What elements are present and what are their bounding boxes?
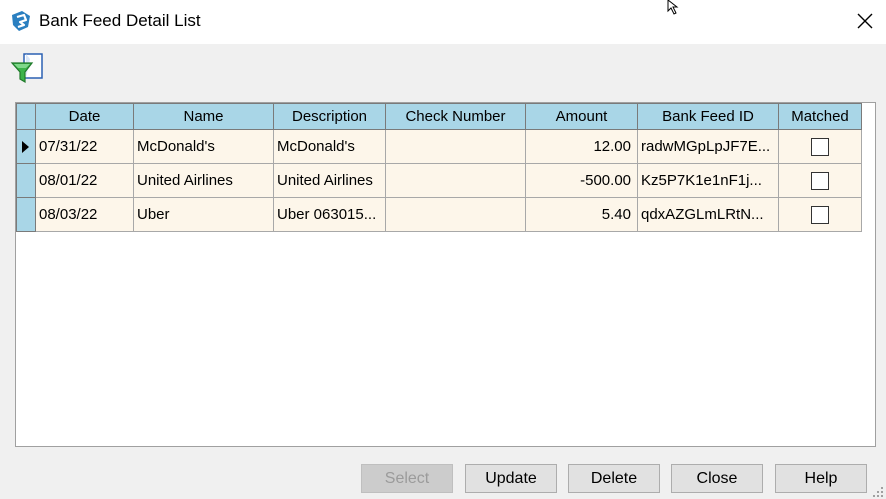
cell-matched[interactable] xyxy=(778,129,862,164)
column-header-date[interactable]: Date xyxy=(35,103,134,130)
column-header-matched[interactable]: Matched xyxy=(778,103,862,130)
corner-header-cell[interactable] xyxy=(16,103,36,130)
cell-date[interactable]: 08/03/22 xyxy=(35,197,134,232)
cell-amount[interactable]: 12.00 xyxy=(525,129,638,164)
bank-feed-grid[interactable]: Date Name Description Check Number Amoun… xyxy=(15,102,876,447)
matched-checkbox[interactable] xyxy=(811,137,829,156)
cell-date[interactable]: 07/31/22 xyxy=(35,129,134,164)
column-header-amount[interactable]: Amount xyxy=(525,103,638,130)
help-button[interactable]: Help xyxy=(775,464,867,493)
column-header-check-number[interactable]: Check Number xyxy=(385,103,526,130)
cell-check-number[interactable] xyxy=(385,163,526,198)
cell-matched[interactable] xyxy=(778,163,862,198)
close-window-button[interactable] xyxy=(848,4,882,38)
cell-matched[interactable] xyxy=(778,197,862,232)
table-row[interactable]: 07/31/22 McDonald's McDonald's 12.00 rad… xyxy=(16,129,862,164)
matched-checkbox[interactable] xyxy=(811,205,829,224)
cell-name[interactable]: Uber xyxy=(133,197,274,232)
close-icon xyxy=(857,13,873,29)
cell-amount[interactable]: -500.00 xyxy=(525,163,638,198)
bank-feed-table: Date Name Description Check Number Amoun… xyxy=(16,103,862,232)
table-row[interactable]: 08/01/22 United Airlines United Airlines… xyxy=(16,163,862,198)
cell-date[interactable]: 08/01/22 xyxy=(35,163,134,198)
row-selector[interactable] xyxy=(16,129,36,164)
cell-bank-feed-id[interactable]: qdxAZGLmLRtN... xyxy=(637,197,779,232)
column-header-description[interactable]: Description xyxy=(273,103,386,130)
close-button[interactable]: Close xyxy=(671,464,763,493)
cell-description[interactable]: United Airlines xyxy=(273,163,386,198)
resize-grip-icon[interactable] xyxy=(872,486,884,498)
row-selector[interactable] xyxy=(16,197,36,232)
cell-amount[interactable]: 5.40 xyxy=(525,197,638,232)
filter-document-icon[interactable] xyxy=(10,51,46,85)
cell-check-number[interactable] xyxy=(385,197,526,232)
cell-description[interactable]: Uber 063015... xyxy=(273,197,386,232)
cell-bank-feed-id[interactable]: Kz5P7K1e1nF1j... xyxy=(637,163,779,198)
app-logo-icon xyxy=(12,11,30,31)
current-row-arrow-icon xyxy=(22,140,29,153)
header-row: Date Name Description Check Number Amoun… xyxy=(16,103,862,130)
cell-description[interactable]: McDonald's xyxy=(273,129,386,164)
row-selector[interactable] xyxy=(16,163,36,198)
cell-bank-feed-id[interactable]: radwMGpLpJF7E... xyxy=(637,129,779,164)
column-header-name[interactable]: Name xyxy=(133,103,274,130)
update-button[interactable]: Update xyxy=(465,464,557,493)
title-bar: Bank Feed Detail List xyxy=(0,0,886,44)
delete-button[interactable]: Delete xyxy=(568,464,660,493)
cell-check-number[interactable] xyxy=(385,129,526,164)
column-header-bank-feed-id[interactable]: Bank Feed ID xyxy=(637,103,779,130)
window-title: Bank Feed Detail List xyxy=(39,11,201,30)
cell-name[interactable]: McDonald's xyxy=(133,129,274,164)
mouse-cursor-icon xyxy=(667,0,679,15)
select-button[interactable]: Select xyxy=(361,464,453,493)
matched-checkbox[interactable] xyxy=(811,171,829,190)
table-row[interactable]: 08/03/22 Uber Uber 063015... 5.40 qdxAZG… xyxy=(16,197,862,232)
cell-name[interactable]: United Airlines xyxy=(133,163,274,198)
